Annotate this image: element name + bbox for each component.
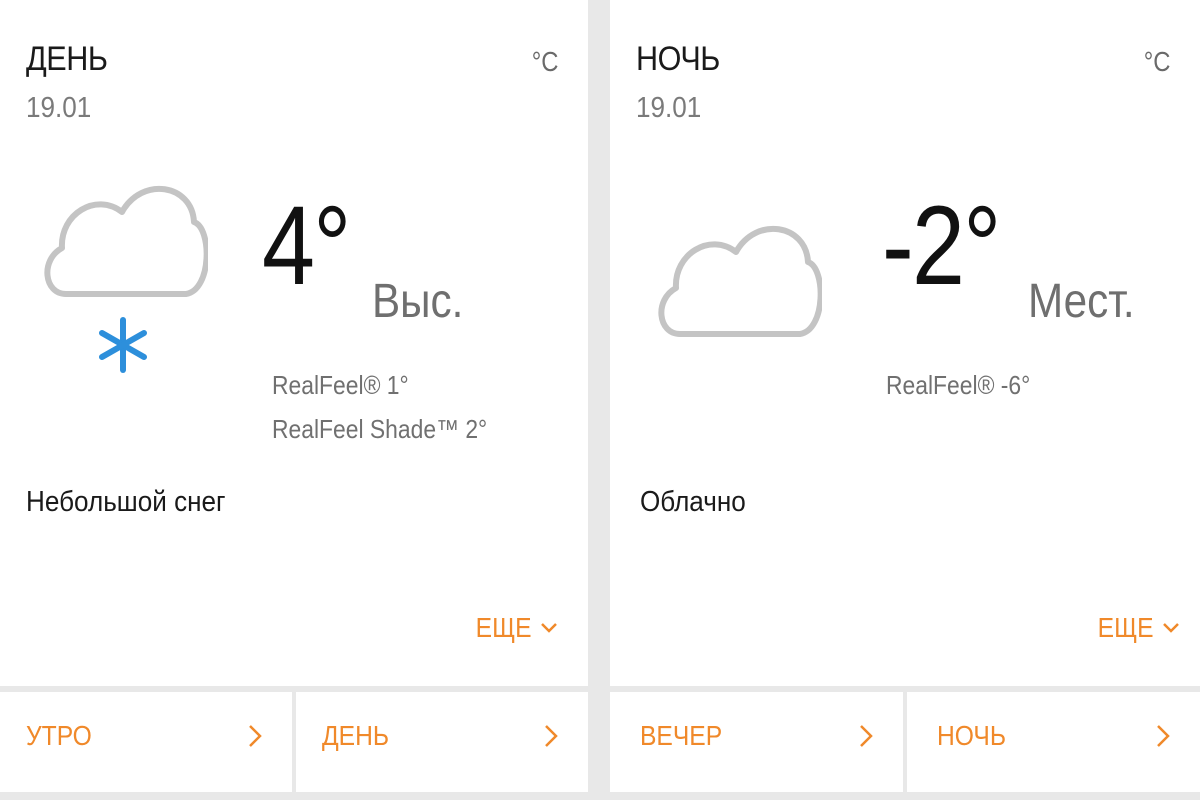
tab-morning[interactable]: УТРО — [0, 692, 292, 792]
night-forecast-panel: НОЧЬ 19.01 °C -2° Мест. RealFeel® -6° Об… — [610, 0, 1200, 800]
temperature-value: -2° — [882, 183, 1001, 308]
realfeel-shade-value: RealFeel Shade™ 2° — [272, 414, 488, 444]
temperature-unit: °C — [1143, 46, 1170, 77]
chevron-down-icon — [1162, 622, 1180, 634]
tab-label: НОЧЬ — [937, 720, 1007, 751]
card-date: 19.01 — [636, 92, 702, 124]
night-forecast-card: НОЧЬ 19.01 °C -2° Мест. RealFeel® -6° Об… — [610, 0, 1200, 686]
card-title: НОЧЬ — [636, 40, 720, 78]
tab-night[interactable]: НОЧЬ — [907, 692, 1200, 792]
day-forecast-panel: ДЕНЬ 19.01 °C 4° Выс. RealFeel® 1° RealF… — [0, 0, 588, 800]
tab-label: ВЕЧЕР — [640, 720, 723, 751]
temperature-unit: °C — [531, 46, 558, 77]
card-title: ДЕНЬ — [26, 40, 108, 78]
day-forecast-card: ДЕНЬ 19.01 °C 4° Выс. RealFeel® 1° RealF… — [0, 0, 588, 686]
realfeel-value: RealFeel® -6° — [886, 370, 1031, 400]
chevron-right-icon — [544, 724, 558, 753]
day-period-tabs: УТРО ДЕНЬ — [0, 692, 588, 792]
weather-phrase: Небольшой снег — [26, 486, 226, 518]
night-period-tabs: ВЕЧЕР НОЧЬ — [610, 692, 1200, 792]
chevron-right-icon — [248, 724, 262, 753]
tab-evening[interactable]: ВЕЧЕР — [610, 692, 903, 792]
more-button[interactable]: ЕЩЕ — [1090, 612, 1180, 644]
more-label: ЕЩЕ — [476, 612, 532, 643]
more-label: ЕЩЕ — [1098, 612, 1154, 643]
card-date: 19.01 — [26, 92, 92, 124]
cloud-icon — [650, 210, 824, 351]
temperature-label: Мест. — [1028, 275, 1135, 328]
tab-label: УТРО — [26, 720, 92, 751]
chevron-right-icon — [1156, 724, 1170, 753]
chevron-right-icon — [859, 724, 873, 753]
tab-day[interactable]: ДЕНЬ — [296, 692, 588, 792]
temperature-value: 4° — [262, 183, 351, 308]
cloud-snow-icon — [36, 172, 210, 387]
realfeel-value: RealFeel® 1° — [272, 370, 409, 400]
tab-label: ДЕНЬ — [322, 720, 390, 751]
temperature-label: Выс. — [372, 275, 464, 328]
chevron-down-icon — [540, 622, 558, 634]
more-button[interactable]: ЕЩЕ — [468, 612, 558, 644]
weather-phrase: Облачно — [640, 486, 746, 518]
